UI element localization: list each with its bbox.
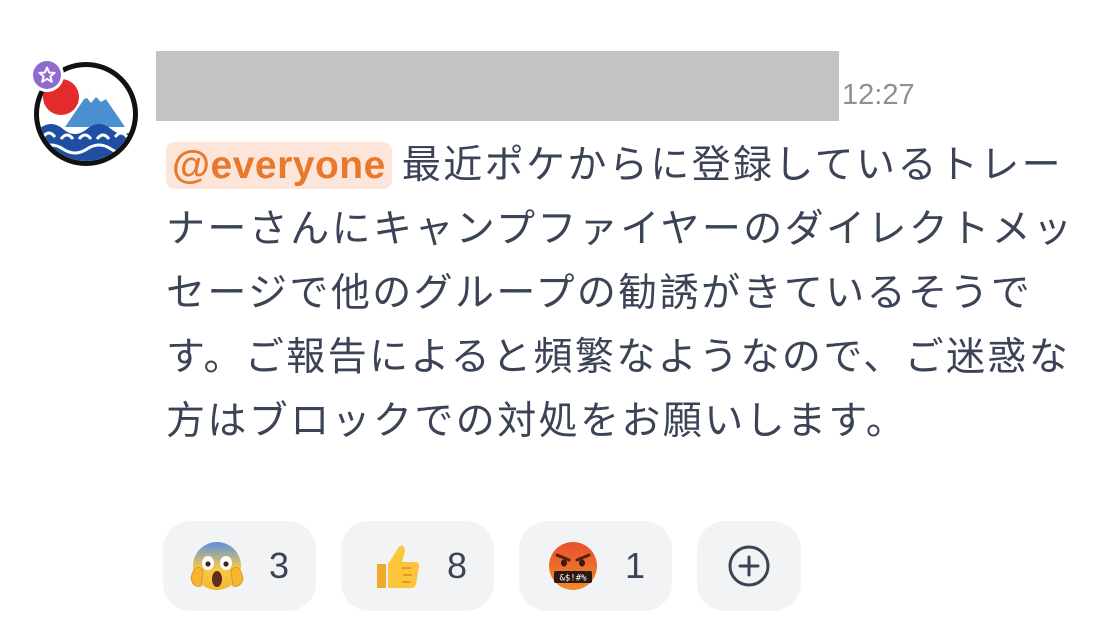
add-reaction-icon (728, 545, 770, 587)
reaction-scream[interactable]: 3 (163, 521, 316, 611)
reaction-thumbs-up[interactable]: 8 (341, 521, 494, 611)
reaction-angry-symbols[interactable]: &$!#% 1 (519, 521, 672, 611)
star-icon (38, 66, 56, 83)
thumbs-up-icon (377, 545, 420, 588)
add-reaction-button[interactable] (697, 521, 801, 611)
message-body: @everyone 最近ポケからに登録しているトレーナーさんにキャンプファイヤーの… (166, 134, 1096, 454)
face-screaming-in-fear-icon (190, 542, 244, 590)
reactions-bar: 3 8 &$!#% 1 (163, 521, 801, 611)
message-timestamp[interactable]: 12:27 (842, 76, 915, 114)
reaction-count: 8 (447, 545, 468, 586)
reaction-count: 3 (269, 545, 290, 586)
reaction-count: 1 (625, 545, 646, 586)
author-name-redacted[interactable] (156, 51, 839, 121)
author-avatar[interactable] (30, 58, 140, 168)
everyone-mention[interactable]: @everyone (166, 142, 392, 189)
face-with-symbols-on-mouth-icon: &$!#% (549, 542, 597, 590)
svg-text:&$!#%: &$!#% (559, 574, 587, 584)
role-badge (30, 58, 64, 92)
